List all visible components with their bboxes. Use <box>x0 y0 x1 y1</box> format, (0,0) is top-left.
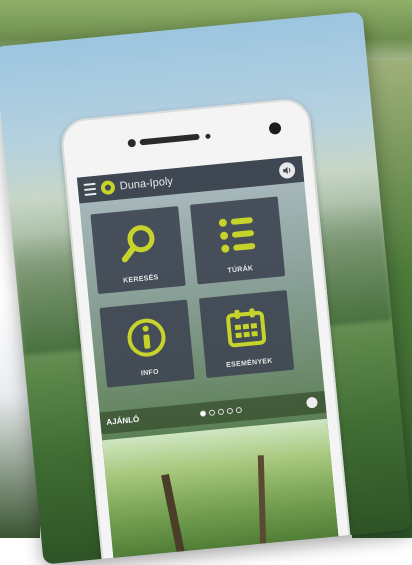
pager-dot[interactable] <box>217 408 225 416</box>
banner-label: AJÁNLÓ <box>106 414 140 427</box>
app-screen: Duna-Ipoly KERESÉS TÚRÁK INFO ESEMÉNYEK … <box>76 155 341 565</box>
sensor-dot <box>205 133 211 140</box>
tree-trunk <box>161 473 187 564</box>
phone-mockup: Duna-Ipoly KERESÉS TÚRÁK INFO ESEMÉNYEK … <box>59 97 354 565</box>
events-tile[interactable]: ESEMÉNYEK <box>198 289 295 379</box>
tile-label: ESEMÉNYEK <box>225 357 273 370</box>
info-tile[interactable]: INFO <box>99 299 195 388</box>
tile-label: TÚRÁK <box>227 265 254 275</box>
search-tile[interactable]: KERESÉS <box>90 206 186 295</box>
hamburger-menu-icon[interactable] <box>83 182 97 196</box>
app-title: Duna-Ipoly <box>119 175 174 193</box>
pager-dot[interactable] <box>199 410 207 417</box>
landscape-card: Duna-Ipoly KERESÉS TÚRÁK INFO ESEMÉNYEK … <box>0 11 412 565</box>
search-icon <box>121 225 155 263</box>
tile-label: KERESÉS <box>122 274 159 285</box>
sensor-dot <box>127 138 137 148</box>
sound-button[interactable] <box>278 161 296 180</box>
calendar-icon <box>226 308 267 348</box>
pager-dot[interactable] <box>208 409 216 416</box>
tree-trunk <box>257 455 267 556</box>
phone-speaker <box>139 133 200 146</box>
recommendation-photo[interactable] <box>102 418 341 565</box>
tours-tile[interactable]: TÚRÁK <box>189 196 286 285</box>
carousel-pager[interactable] <box>199 406 243 417</box>
pager-dot[interactable] <box>226 407 234 415</box>
tile-label: INFO <box>140 368 160 378</box>
info-icon <box>127 318 166 357</box>
banner-info-icon[interactable] <box>305 396 318 409</box>
front-camera <box>268 121 282 135</box>
speaker-icon <box>282 166 291 174</box>
app-logo <box>100 180 116 196</box>
list-icon <box>218 217 256 253</box>
pager-dot[interactable] <box>235 406 243 414</box>
